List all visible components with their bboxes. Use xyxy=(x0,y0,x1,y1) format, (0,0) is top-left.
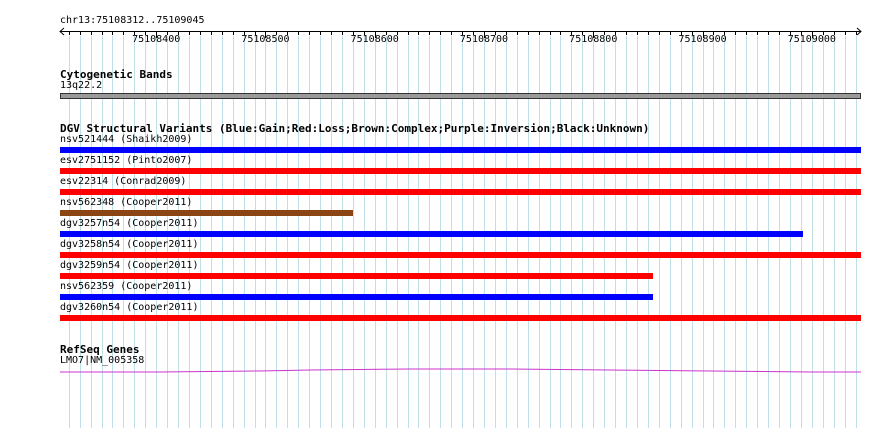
ruler-tick-label: 75108900 xyxy=(678,34,727,45)
refseq-gene-line xyxy=(60,368,861,373)
variant-bar-loss[interactable] xyxy=(60,189,861,195)
variant-label[interactable]: dgv3258n54 (Cooper2011) xyxy=(60,239,198,251)
refseq-gene-label[interactable]: LMO7|NM_005358 xyxy=(60,355,144,367)
ruler-tick-label: 75108600 xyxy=(350,34,399,45)
ruler-tick-label: 75108400 xyxy=(132,34,181,45)
variant-bar-loss[interactable] xyxy=(60,315,861,321)
variant-label[interactable]: nsv521444 (Shaikh2009) xyxy=(60,134,192,146)
variant-bar-gain[interactable] xyxy=(60,294,654,300)
variant-bar-loss[interactable] xyxy=(60,168,861,174)
variant-label[interactable]: dgv3259n54 (Cooper2011) xyxy=(60,260,198,272)
variant-label[interactable]: nsv562348 (Cooper2011) xyxy=(60,197,192,209)
variant-bar-loss[interactable] xyxy=(60,252,861,258)
ruler-range-label: chr13:75108312..75109045 xyxy=(60,15,205,26)
ruler-tick-label: 75108500 xyxy=(241,34,290,45)
ruler-tick-label: 75109000 xyxy=(787,34,836,45)
variant-label[interactable]: dgv3257n54 (Cooper2011) xyxy=(60,218,198,230)
ruler-tick-label: 75108700 xyxy=(459,34,509,45)
cytoband-label[interactable]: 13q22.2 xyxy=(60,80,102,92)
variant-label[interactable]: dgv3260n54 (Cooper2011) xyxy=(60,302,198,314)
variant-label[interactable]: esv2751152 (Pinto2007) xyxy=(60,155,192,167)
ruler-tick-label: 75108800 xyxy=(569,34,618,45)
variant-bar-complex[interactable] xyxy=(60,210,353,216)
variant-bar-gain[interactable] xyxy=(60,147,861,153)
variant-label[interactable]: esv22314 (Conrad2009) xyxy=(60,176,186,188)
variant-bar-loss[interactable] xyxy=(60,273,654,279)
cytoband-bar[interactable] xyxy=(60,93,861,99)
variant-bar-gain[interactable] xyxy=(60,231,804,237)
variant-label[interactable]: nsv562359 (Cooper2011) xyxy=(60,281,192,293)
